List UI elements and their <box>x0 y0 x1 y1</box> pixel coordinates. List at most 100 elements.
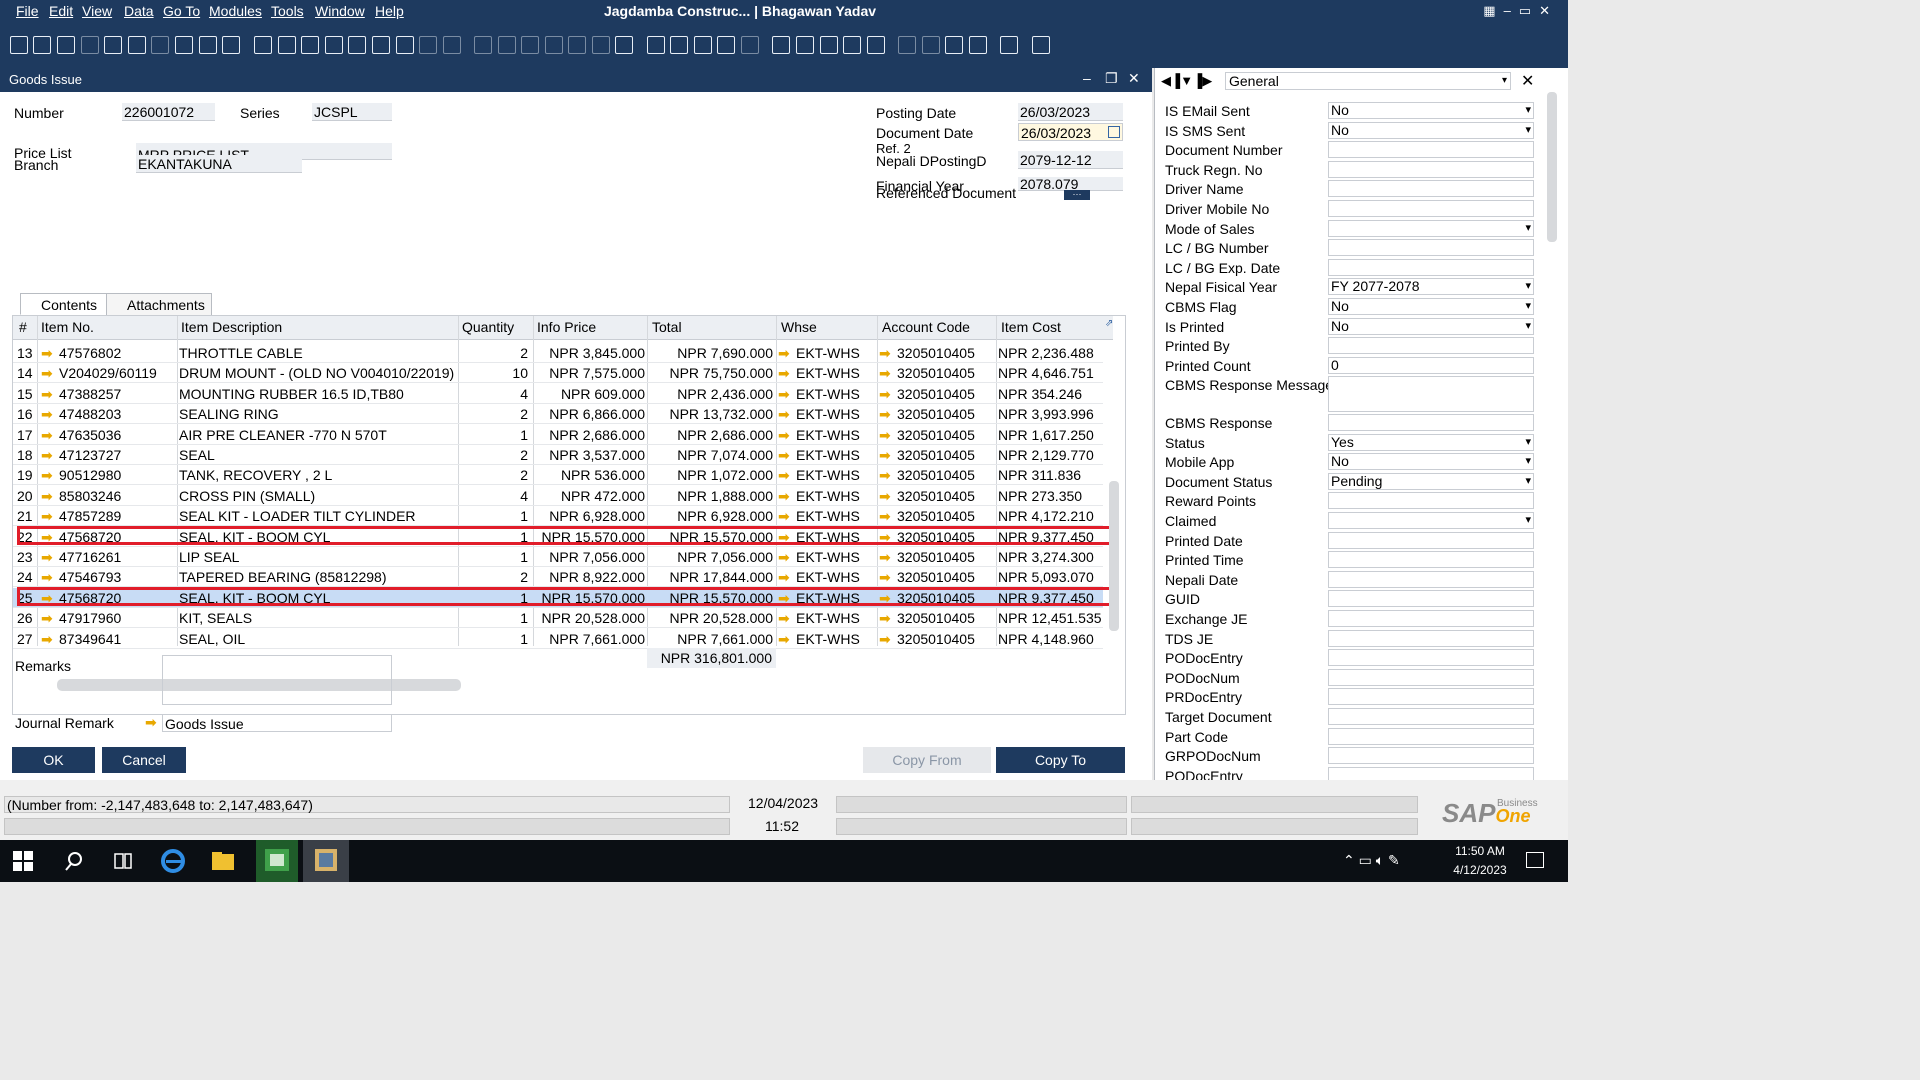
cell-item-no[interactable]: 47576802 <box>59 345 121 361</box>
link-arrow-icon[interactable]: ➡ <box>41 386 53 403</box>
cell-quantity[interactable]: 2 <box>460 345 528 361</box>
cell-account-code[interactable]: 3205010405 <box>897 386 975 402</box>
help-icon[interactable] <box>1032 36 1050 54</box>
chat-icon[interactable] <box>741 36 759 54</box>
pdf-icon[interactable] <box>175 36 193 54</box>
cell-info-price[interactable]: NPR 8,922.000 <box>535 569 645 585</box>
cell-total[interactable]: NPR 7,074.000 <box>649 447 773 463</box>
cell-item-cost[interactable]: NPR 4,172.210 <box>998 508 1094 524</box>
cell-info-price[interactable]: NPR 7,575.000 <box>535 365 645 381</box>
alerts-icon[interactable] <box>796 36 814 54</box>
cell-item-no[interactable]: 47546793 <box>59 569 121 585</box>
udf-input[interactable] <box>1328 200 1534 217</box>
cell-total[interactable]: NPR 1,072.000 <box>649 467 773 483</box>
col-whse[interactable]: Whse <box>781 319 817 335</box>
send-icon[interactable] <box>81 36 99 54</box>
cell-quantity[interactable]: 2 <box>460 447 528 463</box>
number-field[interactable]: 226001072 <box>122 103 215 121</box>
table-row[interactable]: 19 ➡ 90512980 TANK, RECOVERY , 2 L 2 NPR 536.… <box>13 465 1103 486</box>
cell-item-cost[interactable]: NPR 5,093.070 <box>998 569 1094 585</box>
cell-info-price[interactable]: NPR 3,537.000 <box>535 447 645 463</box>
cell-account-code[interactable]: 3205010405 <box>897 345 975 361</box>
cell-total[interactable]: NPR 7,661.000 <box>649 631 773 647</box>
link-arrow-icon[interactable]: ➡ <box>879 631 891 648</box>
cell-item-no[interactable]: 47488203 <box>59 406 121 422</box>
link-arrow-icon[interactable]: ➡ <box>879 508 891 525</box>
udf-input[interactable] <box>1328 570 1534 588</box>
cell-whse[interactable]: EKT-WHS <box>796 508 860 524</box>
cell-description[interactable]: SEAL, OIL <box>179 631 245 647</box>
windows-start-icon[interactable] <box>12 850 34 872</box>
udf-dropdown[interactable]: Pending <box>1328 472 1534 490</box>
cell-item-no[interactable]: 47388257 <box>59 386 121 402</box>
col-info-price[interactable]: Info Price <box>537 319 596 335</box>
cell-account-code[interactable]: 3205010405 <box>897 365 975 381</box>
col-total[interactable]: Total <box>652 319 682 335</box>
cell-whse[interactable]: EKT-WHS <box>796 631 860 647</box>
add-icon[interactable] <box>278 36 296 54</box>
cell-item-cost[interactable]: NPR 2,129.770 <box>998 447 1094 463</box>
link-arrow-icon[interactable]: ➡ <box>41 345 53 362</box>
link-arrow-icon[interactable]: ➡ <box>879 610 891 627</box>
cell-description[interactable]: TANK, RECOVERY , 2 L <box>179 467 332 483</box>
link-arrow-icon[interactable]: ➡ <box>41 488 53 505</box>
cell-description[interactable]: CROSS PIN (SMALL) <box>179 488 315 504</box>
cell-item-no[interactable]: 47857289 <box>59 508 121 524</box>
cell-whse[interactable]: EKT-WHS <box>796 386 860 402</box>
financial-year-field[interactable]: 2078.079 <box>1018 177 1123 191</box>
link-arrow-icon[interactable]: ➡ <box>879 386 891 403</box>
link-arrow-icon[interactable]: ➡ <box>41 365 53 382</box>
link-arrow-icon[interactable]: ➡ <box>879 467 891 484</box>
cell-account-code[interactable]: 3205010405 <box>897 406 975 422</box>
base-document-icon[interactable] <box>474 36 492 54</box>
cell-item-no[interactable]: 85803246 <box>59 488 121 504</box>
journal-remark-field[interactable]: Goods Issue <box>162 714 392 732</box>
link-icon[interactable] <box>945 36 963 54</box>
link-arrow-icon[interactable]: ➡ <box>41 508 53 525</box>
sap-business-one-taskbar-icon[interactable] <box>303 840 349 882</box>
cell-account-code[interactable]: 3205010405 <box>897 610 975 626</box>
udf-input[interactable] <box>1328 239 1534 257</box>
cell-info-price[interactable]: NPR 3,845.000 <box>535 345 645 361</box>
cell-item-cost[interactable]: NPR 4,646.751 <box>998 365 1094 381</box>
col-item-description[interactable]: Item Description <box>181 319 282 335</box>
udf-dropdown[interactable]: Yes <box>1328 433 1534 451</box>
cell-description[interactable]: AIR PRE CLEANER -770 N 570T <box>179 427 387 443</box>
cell-item-cost[interactable]: NPR 354.246 <box>998 386 1082 402</box>
file-explorer-icon[interactable] <box>210 848 236 874</box>
cell-whse[interactable]: EKT-WHS <box>796 488 860 504</box>
udf-scrollbar[interactable] <box>1547 92 1557 242</box>
udf-input[interactable] <box>1328 629 1534 647</box>
udf-nav-icon[interactable]: ◀▐▼▐▶ <box>1161 73 1212 89</box>
cell-account-code[interactable]: 3205010405 <box>897 631 975 647</box>
table-row[interactable]: 26 ➡ 47917960 KIT, SEALS 1 NPR 20,528.000 NPR … <box>13 608 1103 629</box>
table-row[interactable]: 15 ➡ 47388257 MOUNTING RUBBER 16.5 ID,TB80 4… <box>13 384 1103 404</box>
cell-quantity[interactable]: 1 <box>460 610 528 626</box>
link-arrow-icon[interactable]: ➡ <box>778 365 790 382</box>
udf-input[interactable] <box>1328 747 1534 765</box>
cell-info-price[interactable]: NPR 609.000 <box>535 386 645 402</box>
taskbar-time[interactable]: 11:50 AM <box>1440 844 1520 858</box>
cell-description[interactable]: SEAL KIT - LOADER TILT CYLINDER <box>179 508 416 524</box>
gross-profit-icon[interactable] <box>545 36 563 54</box>
cell-quantity[interactable]: 4 <box>460 488 528 504</box>
table-row[interactable]: 20 ➡ 85803246 CROSS PIN (SMALL) 4 NPR 472.000… <box>13 486 1103 506</box>
table-row[interactable]: 21 ➡ 47857289 SEAL KIT - LOADER TILT CYLIND… <box>13 506 1103 527</box>
cell-description[interactable]: SEALING RING <box>179 406 279 422</box>
cell-total[interactable]: NPR 7,056.000 <box>649 549 773 565</box>
document-edit-icon[interactable] <box>694 36 712 54</box>
cell-item-cost[interactable]: NPR 273.350 <box>998 488 1082 504</box>
cell-whse[interactable]: EKT-WHS <box>796 549 860 565</box>
link-arrow-icon[interactable]: ➡ <box>41 631 53 648</box>
link-arrow-icon[interactable]: ➡ <box>879 345 891 362</box>
table-row[interactable]: 17 ➡ 47635036 AIR PRE CLEANER -770 N 570T 1 N… <box>13 425 1103 445</box>
udf-dropdown[interactable]: No <box>1328 317 1534 335</box>
cell-item-cost[interactable]: NPR 3,993.996 <box>998 406 1094 422</box>
search-icon[interactable] <box>62 848 88 874</box>
notification-icon[interactable] <box>1526 852 1544 868</box>
cell-whse[interactable]: EKT-WHS <box>796 406 860 422</box>
cell-info-price[interactable]: NPR 20,528.000 <box>535 610 645 626</box>
series-field[interactable]: JCSPL <box>312 103 392 121</box>
udf-input[interactable] <box>1328 727 1534 745</box>
cell-quantity[interactable]: 1 <box>460 631 528 647</box>
